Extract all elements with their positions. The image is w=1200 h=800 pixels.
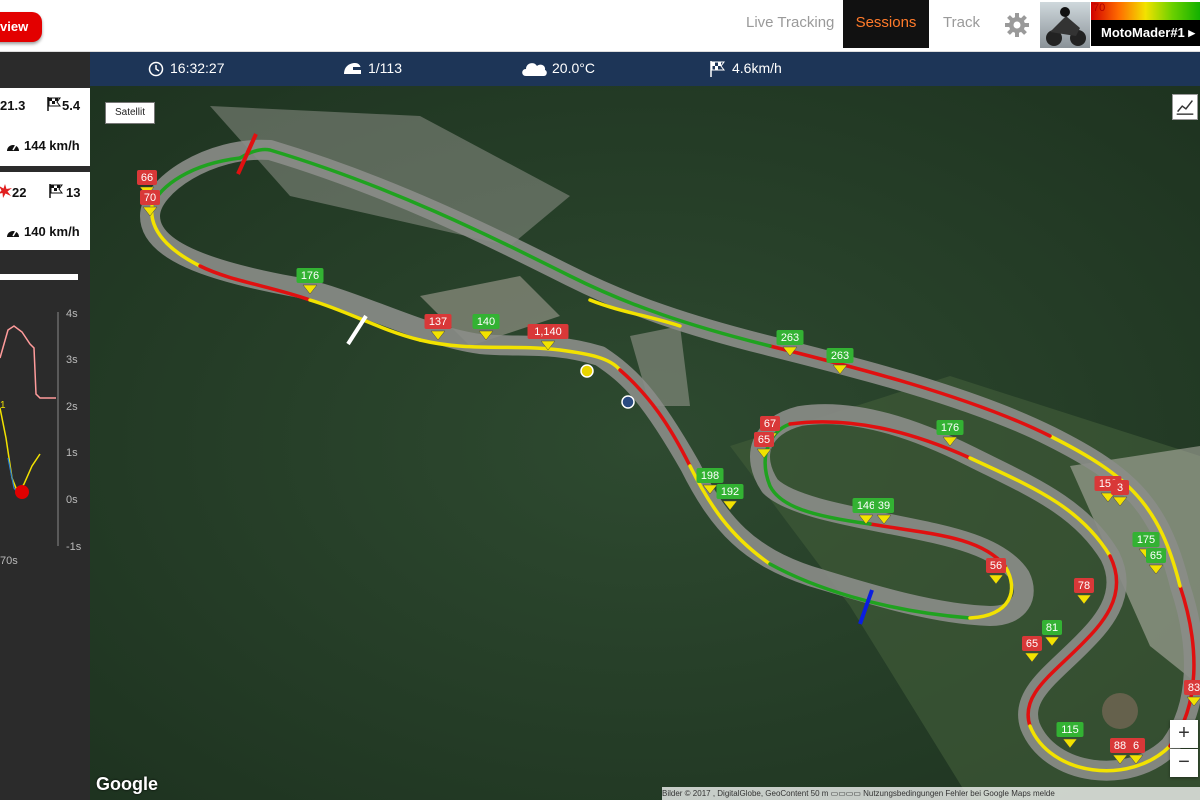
speed-marker-value: 66 (141, 172, 153, 184)
helmet-icon (344, 63, 361, 74)
speed-marker-value: 81 (1046, 622, 1058, 634)
y-tick: 4s (66, 308, 78, 320)
flag-icon (710, 61, 725, 77)
speed-marker-value: 56 (990, 560, 1002, 572)
speed-marker-value: 83 (1188, 682, 1200, 694)
y-tick: 3s (66, 354, 78, 366)
speedometer-icon (7, 230, 19, 237)
zoom-in-button[interactable]: + (1170, 720, 1198, 748)
y-tick: 2s (66, 401, 78, 413)
top-speed-value: 140 km/h (24, 224, 80, 239)
rider-position-marker[interactable] (580, 364, 594, 378)
speed-marker-value: 65 (758, 434, 770, 446)
sidebar: 21.3 5.4 144 km/h 22 13 140 km/h 4s 3s 2… (0, 52, 90, 800)
speed-marker-value: 3 (1117, 482, 1123, 494)
clock-icon (148, 61, 164, 77)
chart-marker: 1 (0, 400, 6, 411)
session-progress-bar (0, 274, 78, 280)
nav-track[interactable]: Track (943, 0, 980, 48)
checkered-flag-icon (47, 97, 61, 111)
speed-marker-value: 146 (857, 500, 875, 512)
gear-icon[interactable] (1004, 12, 1030, 38)
rider-photo (1040, 2, 1090, 48)
speed-marker-value: 1,140 (534, 326, 562, 338)
cloud-icon (522, 63, 547, 76)
speed-marker-value: 6 (1133, 740, 1139, 752)
time-value: 16:32:27 (170, 60, 225, 76)
rider-selector[interactable]: MotoMader#1 ▸ (1091, 20, 1200, 46)
overview-button[interactable]: view (0, 12, 42, 42)
speed-value: 4.6km/h (732, 60, 782, 76)
speedometer-icon (7, 144, 19, 151)
speed-marker-value: 78 (1078, 580, 1090, 592)
nav-live-tracking[interactable]: Live Tracking (746, 0, 834, 48)
speed-marker-value: 263 (831, 350, 849, 362)
y-tick: 1s (66, 447, 78, 459)
speed-marker-value: 137 (429, 316, 447, 328)
session-info-bar: 16:32:27 1/113 20.0°C 4.6km/h (90, 52, 1200, 86)
speed-gradient-indicator: 70 (1091, 2, 1200, 20)
top-speed-value: 144 km/h (24, 138, 80, 153)
y-tick: -1s (66, 541, 82, 553)
burst-icon (0, 184, 12, 198)
lap-stats-card[interactable]: 21.3 5.4 144 km/h (0, 88, 90, 166)
flag-value: 13 (66, 185, 81, 200)
speed-marker-value: 192 (721, 486, 739, 498)
speed-marker-value: 67 (764, 418, 776, 430)
speed-marker-value: 198 (701, 470, 719, 482)
y-tick: 0s (66, 494, 78, 506)
satellite-map[interactable]: 66 70 176 137 140 1,140 263 263 67 65 176 198 192 146… (90, 86, 1200, 800)
speed-marker-value: 115 (1061, 724, 1079, 736)
checkered-flag-icon (49, 184, 63, 198)
speed-marker-value: 263 (781, 332, 799, 344)
lap-time-value: 21.3 (0, 98, 26, 113)
lap-counter: 1/113 (368, 60, 402, 76)
speed-marker-value: 176 (941, 422, 959, 434)
flag-value: 5.4 (62, 98, 81, 113)
map-canvas[interactable]: 66 70 176 137 140 1,140 263 263 67 65 176 198192 146… (90, 86, 1200, 800)
speed-marker-value: 39 (878, 500, 890, 512)
zoom-out-button[interactable]: − (1170, 749, 1198, 777)
speed-marker-value: 65 (1026, 638, 1038, 650)
rank-value: 22 (12, 185, 27, 200)
speed-marker-value: 70 (144, 192, 156, 204)
delta-time-chart: 4s 3s 2s 1s 0s -1s 70s 1 (0, 308, 82, 567)
lap-stats-card[interactable]: 22 13 140 km/h (0, 172, 90, 250)
reference-position-marker[interactable] (621, 395, 635, 409)
speed-line (0, 407, 41, 495)
temperature-value: 20.0°C (552, 60, 595, 76)
delta-line (0, 325, 56, 399)
speed-marker-value: 65 (1150, 550, 1162, 562)
dirt-patch (1102, 693, 1138, 729)
map-attribution[interactable]: Bilder © 2017 , DigitalGlobe, GeoContent… (662, 787, 1200, 800)
x-tick: 70s (0, 555, 18, 567)
nav-sessions[interactable]: Sessions (843, 0, 929, 48)
speed-marker-value: 140 (477, 316, 495, 328)
satellite-toggle-button[interactable]: Satellit (105, 102, 155, 124)
google-logo: Google (96, 774, 158, 794)
top-navigation-bar: view Live Tracking Sessions Track 70 Mot… (0, 0, 1200, 52)
chart-toggle-icon[interactable] (1172, 94, 1198, 120)
current-position-dot (15, 485, 29, 499)
speed-marker-value: 176 (301, 270, 319, 282)
speed-marker-value: 88 (1114, 740, 1126, 752)
speed-marker-value: 175 (1137, 534, 1155, 546)
